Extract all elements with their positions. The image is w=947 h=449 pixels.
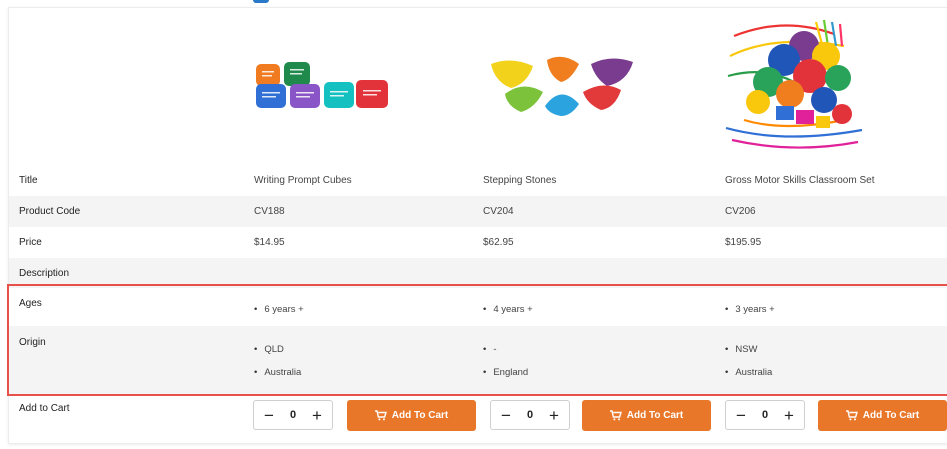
decrement-button[interactable]: − [262, 407, 276, 424]
product-code: CV188 [254, 206, 285, 217]
row-price: Price $14.95 $62.95 $195.95 [9, 227, 947, 258]
decrement-button[interactable]: − [734, 407, 748, 424]
row-add-to-cart: Add to Cart [9, 394, 947, 444]
product-price: $62.95 [483, 237, 514, 248]
origin-item: Australia [725, 367, 772, 378]
add-to-cart-button[interactable]: Add To Cart [818, 400, 947, 431]
increment-button[interactable]: + [782, 407, 796, 424]
quantity-value[interactable]: 0 [527, 409, 533, 421]
origin-item: QLD [254, 344, 284, 355]
product-comparison-table: Title Writing Prompt Cubes Stepping Ston… [8, 7, 947, 444]
stepping-stones-image[interactable] [487, 54, 637, 121]
add-to-cart-label: Add To Cart [862, 410, 920, 421]
ages-item: 6 years + [254, 304, 303, 315]
origin-item: NSW [725, 344, 757, 355]
origin-item: England [483, 367, 528, 378]
increment-button[interactable]: + [547, 407, 561, 424]
row-title: Title Writing Prompt Cubes Stepping Ston… [9, 165, 947, 196]
quantity-stepper[interactable]: − 0 + [253, 400, 333, 430]
product-price: $195.95 [725, 237, 762, 248]
add-to-cart-label: Add To Cart [391, 410, 449, 421]
cart-icon [374, 410, 387, 421]
row-ages: Ages 6 years + 4 years + 3 years + [9, 288, 947, 326]
cart-icon [609, 410, 622, 421]
image-row [9, 8, 947, 165]
product-price: $14.95 [254, 237, 285, 248]
row-label-product-code: Product Code [19, 206, 81, 217]
top-accent-fragment [253, 0, 269, 3]
add-to-cart-button[interactable]: Add To Cart [582, 400, 711, 431]
add-to-cart-button[interactable]: Add To Cart [347, 400, 476, 431]
product-code: CV206 [725, 206, 756, 217]
row-label-add-to-cart: Add to Cart [19, 403, 70, 414]
row-product-code: Product Code CV188 CV204 CV206 [9, 196, 947, 227]
quantity-stepper[interactable]: − 0 + [490, 400, 570, 430]
row-label-title: Title [19, 175, 38, 186]
writing-prompt-cubes-image[interactable] [254, 58, 390, 113]
quantity-stepper[interactable]: − 0 + [725, 400, 805, 430]
add-to-cart-label: Add To Cart [626, 410, 684, 421]
row-origin: Origin QLD Australia - England NSW Austr… [9, 326, 947, 394]
ages-item: 3 years + [725, 304, 774, 315]
quantity-value[interactable]: 0 [762, 409, 768, 421]
row-description: Description [9, 258, 947, 288]
origin-item: - [483, 344, 496, 355]
product-title[interactable]: Writing Prompt Cubes [254, 175, 352, 186]
ages-item: 4 years + [483, 304, 532, 315]
origin-item: Australia [254, 367, 301, 378]
row-label-ages: Ages [19, 298, 42, 309]
increment-button[interactable]: + [310, 407, 324, 424]
row-label-price: Price [19, 237, 42, 248]
quantity-value[interactable]: 0 [290, 409, 296, 421]
product-title[interactable]: Stepping Stones [483, 175, 556, 186]
cart-icon [845, 410, 858, 421]
decrement-button[interactable]: − [499, 407, 513, 424]
row-label-description: Description [19, 268, 70, 279]
gross-motor-skills-set-image[interactable] [724, 16, 864, 159]
row-label-origin: Origin [19, 337, 46, 348]
product-title[interactable]: Gross Motor Skills Classroom Set [725, 175, 874, 186]
product-code: CV204 [483, 206, 514, 217]
